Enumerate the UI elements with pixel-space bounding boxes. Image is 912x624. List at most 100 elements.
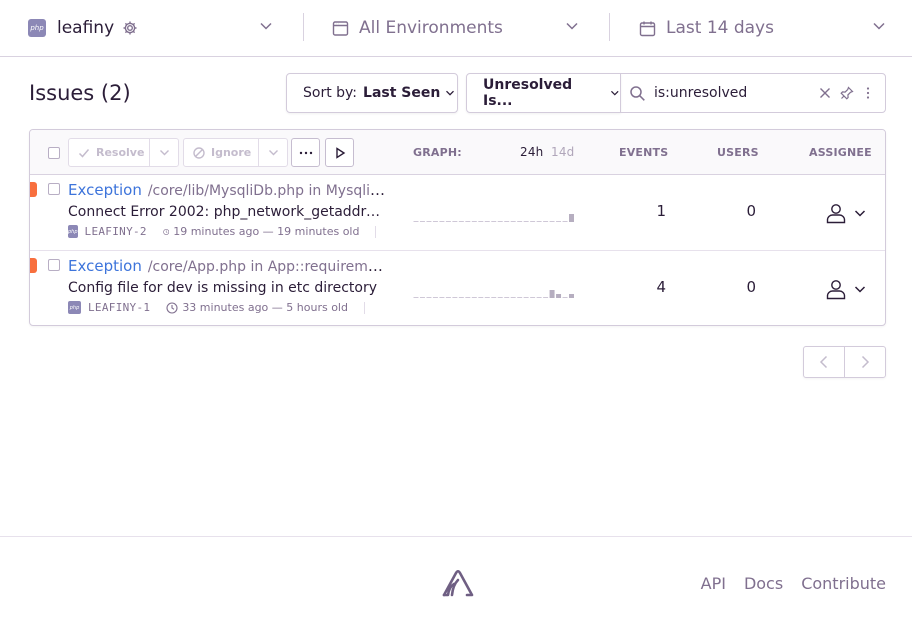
clear-icon[interactable] <box>819 87 831 99</box>
sparkline-bar <box>497 297 503 298</box>
date-range-selector[interactable]: Last 14 days <box>610 0 912 56</box>
chevron-down-icon[interactable] <box>565 19 579 33</box>
sentry-logo-icon[interactable] <box>441 565 475 599</box>
issue-message: Config file for dev is missing in etc di… <box>68 280 378 296</box>
chevron-right-icon <box>861 355 869 369</box>
sparkline-bar <box>510 221 516 222</box>
chevron-down-icon[interactable] <box>259 19 273 33</box>
mute-icon <box>193 146 205 159</box>
sparkline-bar <box>465 221 471 222</box>
select-all-checkbox[interactable] <box>48 147 60 159</box>
more-actions-button[interactable] <box>291 138 320 167</box>
sparkline-bar <box>484 297 490 298</box>
ignore-dropdown-button[interactable] <box>258 139 287 166</box>
sparkline-bar <box>549 290 555 298</box>
window-icon <box>332 20 349 36</box>
sparkline-bar <box>504 297 510 298</box>
resolve-button[interactable]: Resolve <box>69 139 144 166</box>
sparkline-bar <box>523 221 529 222</box>
next-page-button[interactable] <box>845 347 886 377</box>
sparkline-bar <box>452 297 458 298</box>
sort-label: Sort by: <box>303 85 358 101</box>
project-selector[interactable]: php leafiny <box>0 0 304 56</box>
issue-title[interactable]: Exception/core/App.php in App::requireme… <box>68 257 388 275</box>
chevron-down-icon <box>159 150 169 156</box>
sparkline-bar <box>419 221 425 222</box>
api-link[interactable]: API <box>701 574 726 593</box>
resolve-button-group: Resolve <box>68 138 179 167</box>
clock-icon <box>163 228 169 235</box>
sparkline-bar <box>562 221 568 222</box>
sparkline-bar <box>426 221 432 222</box>
issue-checkbox[interactable] <box>48 259 60 271</box>
sparkline-bar <box>478 221 484 222</box>
issues-panel: Resolve Ignore GRAPH: 24h 14d EVENTS USE… <box>29 129 886 326</box>
sparkline-bar <box>439 221 445 222</box>
issue-meta: php LEAFINY-2 19 minutes ago — 19 minute… <box>68 225 390 238</box>
issue-row[interactable]: Exception/core/lib/MysqliDb.php in Mysql… <box>30 175 885 251</box>
sparkline-bar <box>491 297 497 298</box>
check-icon <box>78 148 90 158</box>
ellipsis-icon <box>299 151 312 154</box>
search-input[interactable] <box>654 85 804 101</box>
environment-selector[interactable]: All Environments <box>304 0 610 56</box>
sparkline-bar <box>549 221 555 222</box>
column-header-users: USERS <box>717 146 759 159</box>
ignore-label: Ignore <box>211 146 252 159</box>
assignee-selector[interactable] <box>825 202 866 224</box>
sparkline-bar <box>517 221 523 222</box>
sort-dropdown[interactable]: Sort by: Last Seen <box>286 73 458 113</box>
issue-short-id[interactable]: LEAFINY-2 <box>85 225 147 238</box>
sparkline-bar <box>556 221 562 222</box>
sparkline-bar <box>432 221 438 222</box>
ignore-button[interactable]: Ignore <box>184 139 251 166</box>
issue-title[interactable]: Exception/core/lib/MysqliDb.php in Mysql… <box>68 181 388 199</box>
graph-range-14d[interactable]: 14d <box>551 145 575 159</box>
pin-icon[interactable] <box>840 86 854 100</box>
sparkline-bar <box>465 297 471 298</box>
column-header-graph: GRAPH: <box>413 146 462 159</box>
saved-search-dropdown[interactable]: Unresolved Is... <box>466 73 621 113</box>
sparkline-bar <box>504 221 510 222</box>
docs-link[interactable]: Docs <box>744 574 783 593</box>
play-icon <box>335 146 345 159</box>
sparkline-bar <box>536 297 542 298</box>
issue-short-id[interactable]: LEAFINY-1 <box>88 301 150 314</box>
sparkline-bar <box>517 297 523 298</box>
clock-icon <box>166 301 178 314</box>
assignee-selector[interactable] <box>825 278 866 300</box>
previous-page-button[interactable] <box>804 347 845 377</box>
sparkline-bar <box>419 297 425 298</box>
sparkline-bar <box>458 297 464 298</box>
sparkline-bar <box>569 294 574 298</box>
gear-icon[interactable] <box>122 20 138 36</box>
project-name: leafiny <box>57 18 115 38</box>
sparkline-bar <box>510 297 516 298</box>
issue-row[interactable]: Exception/core/App.php in App::requireme… <box>30 251 885 325</box>
contribute-link[interactable]: Contribute <box>801 574 886 593</box>
resolve-dropdown-button[interactable] <box>149 139 178 166</box>
issue-type[interactable]: Exception <box>68 257 142 275</box>
graph-range-24h[interactable]: 24h <box>520 145 543 159</box>
sparkline-bar <box>413 221 419 222</box>
sparkline-bar <box>556 294 562 298</box>
sparkline-bar <box>536 221 542 222</box>
sparkline-bar <box>484 221 490 222</box>
chevron-down-icon <box>854 286 866 293</box>
chevron-down-icon <box>611 90 620 96</box>
sparkline-bar <box>569 214 574 222</box>
realtime-button[interactable] <box>325 138 354 167</box>
issue-type[interactable]: Exception <box>68 181 142 199</box>
issues-panel-header: Resolve Ignore GRAPH: 24h 14d EVENTS USE… <box>30 130 885 175</box>
more-vertical-icon[interactable] <box>861 86 875 100</box>
sparkline-bar <box>458 221 464 222</box>
issue-checkbox[interactable] <box>48 183 60 195</box>
calendar-icon <box>639 21 656 36</box>
date-range-label: Last 14 days <box>666 18 774 38</box>
issue-meta: php LEAFINY-1 33 minutes ago — 5 hours o… <box>68 301 390 314</box>
event-sparkline <box>413 290 574 298</box>
php-platform-icon: php <box>68 301 81 314</box>
issue-message: Connect Error 2002: php_network_getaddre… <box>68 204 388 220</box>
chevron-down-icon[interactable] <box>872 19 886 33</box>
sparkline-bar <box>439 297 445 298</box>
